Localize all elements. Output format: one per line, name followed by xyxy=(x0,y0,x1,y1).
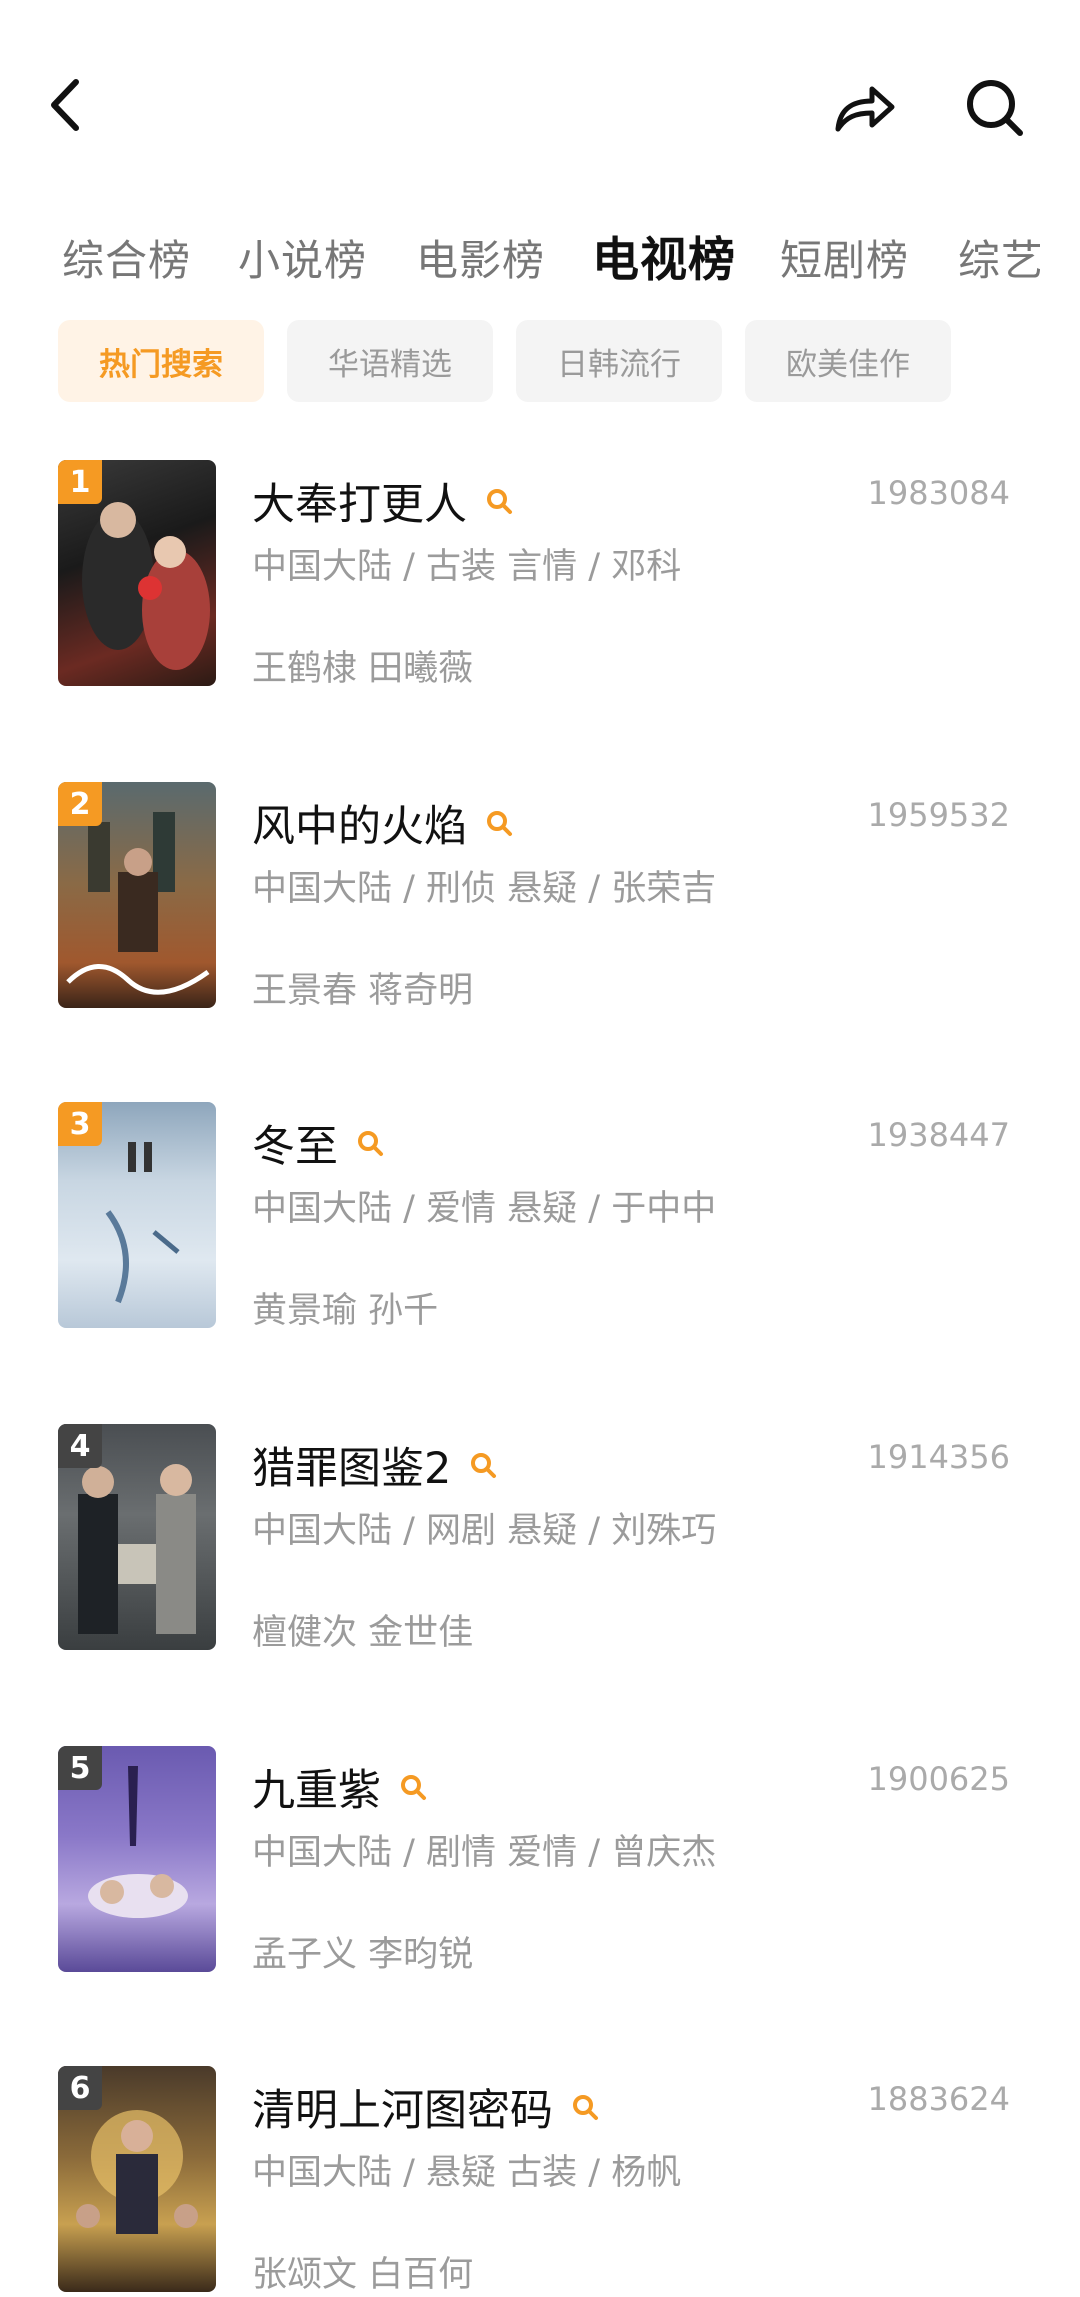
item-cast: 孟子义 李昀锐 xyxy=(252,1935,474,1975)
rank-badge: 5 xyxy=(58,1746,102,1790)
poster-image: 3 xyxy=(58,1102,216,1328)
search-count: 1983084 xyxy=(867,474,1010,512)
poster-image: 1 xyxy=(58,460,216,686)
tab-movie[interactable]: 电影榜 xyxy=(416,227,545,288)
filter-chips: 热门搜索 华语精选 日韩流行 欧美佳作 xyxy=(0,320,1080,404)
search-hot-icon xyxy=(485,808,515,838)
item-cast: 王景春 蒋奇明 xyxy=(252,971,474,1011)
rank-badge: 6 xyxy=(58,2066,102,2110)
search-count: 1938447 xyxy=(867,1116,1010,1154)
item-title: 冬至 xyxy=(252,1122,338,1172)
item-title: 九重紫 xyxy=(252,1766,381,1816)
search-count: 1914356 xyxy=(867,1438,1010,1476)
rank-badge: 3 xyxy=(58,1102,102,1146)
share-arrow-icon xyxy=(835,86,895,132)
item-meta: 中国大陆 / 刑侦 悬疑 / 张荣吉 xyxy=(252,869,717,909)
tab-overall[interactable]: 综合榜 xyxy=(62,227,191,288)
list-item[interactable]: 1 大奉打更人 1983084 中国大陆 / 古装 言情 / 邓科 王鹤棣 田曦… xyxy=(0,460,1080,690)
chip-chinese-picks[interactable]: 华语精选 xyxy=(287,320,493,402)
back-button[interactable] xyxy=(40,75,90,135)
item-cast: 王鹤棣 田曦薇 xyxy=(252,649,474,689)
tab-novel[interactable]: 小说榜 xyxy=(238,227,367,288)
item-title: 清明上河图密码 xyxy=(252,2086,553,2136)
share-button[interactable] xyxy=(825,72,905,142)
search-icon xyxy=(967,79,1023,136)
item-cast: 黄景瑜 孙千 xyxy=(252,1291,439,1331)
search-count: 1900625 xyxy=(867,1760,1010,1798)
item-title: 猎罪图鉴2 xyxy=(252,1444,452,1494)
tab-short-drama[interactable]: 短剧榜 xyxy=(780,227,909,288)
list-item[interactable]: 6 清明上河图密码 1883624 中国大陆 / 悬疑 古装 / 杨帆 张颂文 … xyxy=(0,2066,1080,2296)
item-meta: 中国大陆 / 爱情 悬疑 / 于中中 xyxy=(252,1189,717,1229)
item-meta: 中国大陆 / 古装 言情 / 邓科 xyxy=(252,547,682,587)
category-tabs: 综合榜 小说榜 电影榜 电视榜 短剧榜 综艺 xyxy=(0,215,1040,295)
chevron-left-icon xyxy=(51,79,79,131)
item-meta: 中国大陆 / 剧情 爱情 / 曾庆杰 xyxy=(252,1833,717,1873)
item-title: 风中的火焰 xyxy=(252,802,467,852)
rank-badge: 4 xyxy=(58,1424,102,1468)
search-hot-icon xyxy=(485,486,515,516)
search-hot-icon xyxy=(469,1450,499,1480)
top-bar xyxy=(0,0,1080,210)
search-hot-icon xyxy=(399,1772,429,1802)
poster-image: 6 xyxy=(58,2066,216,2292)
tab-variety[interactable]: 综艺 xyxy=(958,227,1040,288)
search-hot-icon xyxy=(356,1128,386,1158)
item-meta: 中国大陆 / 悬疑 古装 / 杨帆 xyxy=(252,2153,682,2193)
list-item[interactable]: 3 冬至 1938447 中国大陆 / 爱情 悬疑 / 于中中 黄景瑜 孙千 xyxy=(0,1102,1080,1332)
poster-image: 2 xyxy=(58,782,216,1008)
chip-western[interactable]: 欧美佳作 xyxy=(745,320,951,402)
search-count: 1883624 xyxy=(867,2080,1010,2118)
rank-badge: 1 xyxy=(58,460,102,504)
search-button[interactable] xyxy=(955,70,1035,145)
item-meta: 中国大陆 / 网剧 悬疑 / 刘殊巧 xyxy=(252,1511,717,1551)
tab-tv[interactable]: 电视榜 xyxy=(592,221,736,290)
item-title: 大奉打更人 xyxy=(252,480,467,530)
list-item[interactable]: 4 猎罪图鉴2 1914356 中国大陆 / 网剧 悬疑 / 刘殊巧 檀健次 金… xyxy=(0,1424,1080,1654)
item-cast: 檀健次 金世佳 xyxy=(252,1613,474,1653)
poster-image: 5 xyxy=(58,1746,216,1972)
poster-image: 4 xyxy=(58,1424,216,1650)
search-hot-icon xyxy=(571,2092,601,2122)
item-cast: 张颂文 白百何 xyxy=(252,2255,474,2295)
chip-hot-search[interactable]: 热门搜索 xyxy=(58,320,264,402)
list-item[interactable]: 5 九重紫 1900625 中国大陆 / 剧情 爱情 / 曾庆杰 孟子义 李昀锐 xyxy=(0,1746,1080,1976)
chip-japan-korea[interactable]: 日韩流行 xyxy=(516,320,722,402)
list-item[interactable]: 2 风中的火焰 1959532 中国大陆 / 刑侦 悬疑 / 张荣吉 王景春 蒋… xyxy=(0,782,1080,1012)
rank-badge: 2 xyxy=(58,782,102,826)
search-count: 1959532 xyxy=(867,796,1010,834)
